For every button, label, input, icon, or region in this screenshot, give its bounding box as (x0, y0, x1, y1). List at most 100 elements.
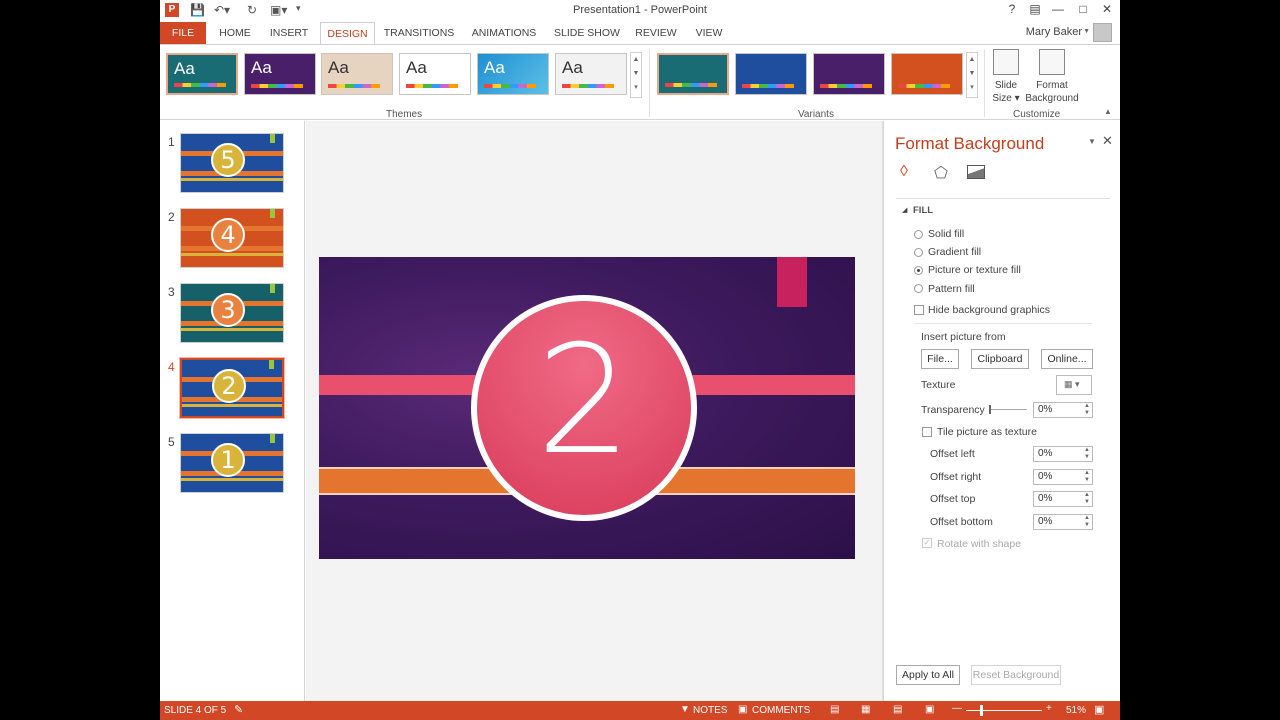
offset-left-input[interactable]: 0% ▲ ▼ (1033, 446, 1093, 462)
variant-thumb-2[interactable] (735, 53, 807, 95)
ribbon-display-options-icon[interactable]: ▤ (1026, 2, 1044, 18)
current-slide[interactable]: 2 (319, 257, 855, 559)
offset-top-label: Offset top (930, 493, 976, 505)
theme-thumb-4[interactable]: Aa (399, 53, 471, 95)
slide-number-label: 4 (168, 360, 175, 374)
slide-show-icon[interactable]: ▣ (925, 704, 934, 715)
slide-thumbnail[interactable]: 3 (180, 283, 284, 343)
online-button[interactable]: Online... (1041, 349, 1093, 369)
gradient-fill-radio[interactable] (914, 248, 923, 257)
notes-button[interactable]: NOTES (693, 705, 727, 716)
tab-view[interactable]: VIEW (690, 22, 728, 44)
tab-design[interactable]: DESIGN (320, 22, 375, 45)
chevron-down-icon[interactable]: ▼ (1083, 28, 1090, 35)
theme-thumb-6[interactable]: Aa (555, 53, 627, 95)
clipboard-button[interactable]: Clipboard (971, 349, 1029, 369)
close-button[interactable]: ✕ (1098, 2, 1116, 18)
tab-insert[interactable]: INSERT (268, 22, 310, 44)
slide-sorter-icon[interactable]: ▦ (861, 704, 870, 715)
avatar[interactable] (1093, 23, 1112, 42)
themes-gallery-scroll[interactable]: ▲ ▼ ▾ (630, 52, 642, 98)
apply-to-all-button[interactable]: Apply to All (896, 665, 960, 685)
ribbon-tabs: FILE HOME INSERT DESIGN TRANSITIONS ANIM… (160, 22, 1120, 45)
themes-group-label: Themes (386, 109, 423, 120)
offset-top-input[interactable]: 0% ▲ ▼ (1033, 491, 1093, 507)
zoom-slider[interactable] (966, 705, 1042, 716)
transparency-slider[interactable] (989, 405, 1027, 414)
slide-size-button[interactable]: Slide Size ▾ (988, 49, 1024, 105)
comments-button[interactable]: COMMENTS (752, 705, 810, 716)
variant-thumb-4[interactable] (891, 53, 963, 95)
hide-bg-checkbox[interactable] (914, 305, 924, 315)
picture-fill-label[interactable]: Picture or texture fill (928, 264, 1021, 276)
variant-thumb-1[interactable] (657, 53, 729, 95)
variants-gallery-scroll[interactable]: ▲ ▼ ▾ (966, 52, 978, 98)
slide-thumbnail[interactable]: 4 (180, 208, 284, 268)
format-background-button[interactable]: Format Background (1024, 49, 1080, 105)
tab-slide-show[interactable]: SLIDE SHOW (553, 22, 621, 44)
tab-transitions[interactable]: TRANSITIONS (382, 22, 456, 44)
theme-thumb-1[interactable]: Aa (166, 53, 238, 95)
reading-view-icon[interactable]: ▤ (893, 704, 902, 715)
normal-view-icon[interactable]: ▤ (830, 704, 839, 715)
slide-thumb-digit: 2 (212, 369, 246, 403)
pattern-fill-radio[interactable] (914, 284, 923, 293)
variant-thumb-3[interactable] (813, 53, 885, 95)
offset-bottom-input[interactable]: 0% ▲ ▼ (1033, 514, 1093, 530)
slide-number-label: 3 (168, 285, 175, 299)
collapse-section-icon[interactable]: ◢ (902, 206, 907, 214)
slide-thumbnail[interactable]: 2 (179, 357, 285, 419)
theme-thumb-3[interactable]: Aa (321, 53, 393, 95)
texture-picker[interactable]: ▦ ▾ (1056, 375, 1092, 395)
slide-number-text: 2 (536, 314, 632, 488)
slide-thumb-digit: 3 (211, 293, 245, 327)
pane-close-icon[interactable]: ✕ (1102, 133, 1113, 149)
minimize-button[interactable]: — (1049, 2, 1067, 18)
tab-animations[interactable]: ANIMATIONS (468, 22, 540, 44)
status-bar: SLIDE 4 OF 5 ✎ ▼ NOTES ▣ COMMENTS ▤ ▦ ▤ … (160, 701, 1120, 720)
zoom-out-icon[interactable]: — (952, 703, 962, 714)
spelling-icon[interactable]: ✎ (234, 703, 243, 716)
effects-icon[interactable]: ⬠ (934, 163, 948, 183)
fill-section-header[interactable]: FILL (913, 205, 933, 216)
fit-slide-icon[interactable]: ▣ (1094, 703, 1104, 716)
zoom-level[interactable]: 51% (1066, 705, 1086, 716)
slide-thumbnail[interactable]: 5 (180, 133, 284, 193)
maximize-button[interactable]: □ (1074, 2, 1092, 18)
solid-fill-radio[interactable] (914, 230, 923, 239)
tile-checkbox[interactable] (922, 427, 932, 437)
solid-fill-label[interactable]: Solid fill (928, 228, 964, 240)
theme-thumb-2[interactable]: Aa (244, 53, 316, 95)
user-name[interactable]: Mary Baker (1026, 26, 1082, 38)
pane-options-icon[interactable]: ▼ (1088, 137, 1096, 146)
gradient-fill-label[interactable]: Gradient fill (928, 246, 981, 258)
zoom-handle[interactable] (980, 705, 983, 716)
collapse-ribbon-icon[interactable]: ▲ (1104, 107, 1112, 116)
tab-home[interactable]: HOME (215, 22, 255, 44)
zoom-in-icon[interactable]: + (1046, 703, 1052, 714)
slide-thumbnail[interactable]: 1 (180, 433, 284, 493)
fill-line-icon[interactable]: ◊ (900, 163, 908, 181)
notes-icon[interactable]: ▼ (680, 704, 690, 715)
comments-icon[interactable]: ▣ (738, 704, 747, 715)
tile-label[interactable]: Tile picture as texture (937, 426, 1037, 438)
tab-review[interactable]: REVIEW (633, 22, 679, 44)
rotate-checkbox[interactable]: ✓ (922, 538, 932, 548)
theme-thumb-5[interactable]: Aa (477, 53, 549, 95)
offset-right-input[interactable]: 0% ▲ ▼ (1033, 469, 1093, 485)
transparency-input[interactable]: 0% ▲ ▼ (1033, 402, 1093, 418)
file-button[interactable]: File... (921, 349, 959, 369)
tab-file[interactable]: FILE (160, 22, 206, 44)
picture-icon[interactable] (967, 165, 985, 179)
reset-background-button[interactable]: Reset Background (971, 665, 1061, 685)
slide-number-label: 2 (168, 210, 175, 224)
help-button[interactable]: ? (1003, 2, 1021, 18)
variants-group-label: Variants (798, 109, 834, 120)
format-background-pane: Format Background ▼ ✕ ◊ ⬠ ◢ FILL Solid f… (883, 121, 1120, 701)
slide-thumb-digit: 5 (211, 143, 245, 177)
picture-fill-radio[interactable] (914, 266, 923, 275)
pattern-fill-label[interactable]: Pattern fill (928, 283, 975, 295)
slider-handle[interactable] (989, 405, 991, 414)
slide-thumb-digit: 4 (211, 218, 245, 252)
hide-bg-label[interactable]: Hide background graphics (928, 304, 1050, 316)
